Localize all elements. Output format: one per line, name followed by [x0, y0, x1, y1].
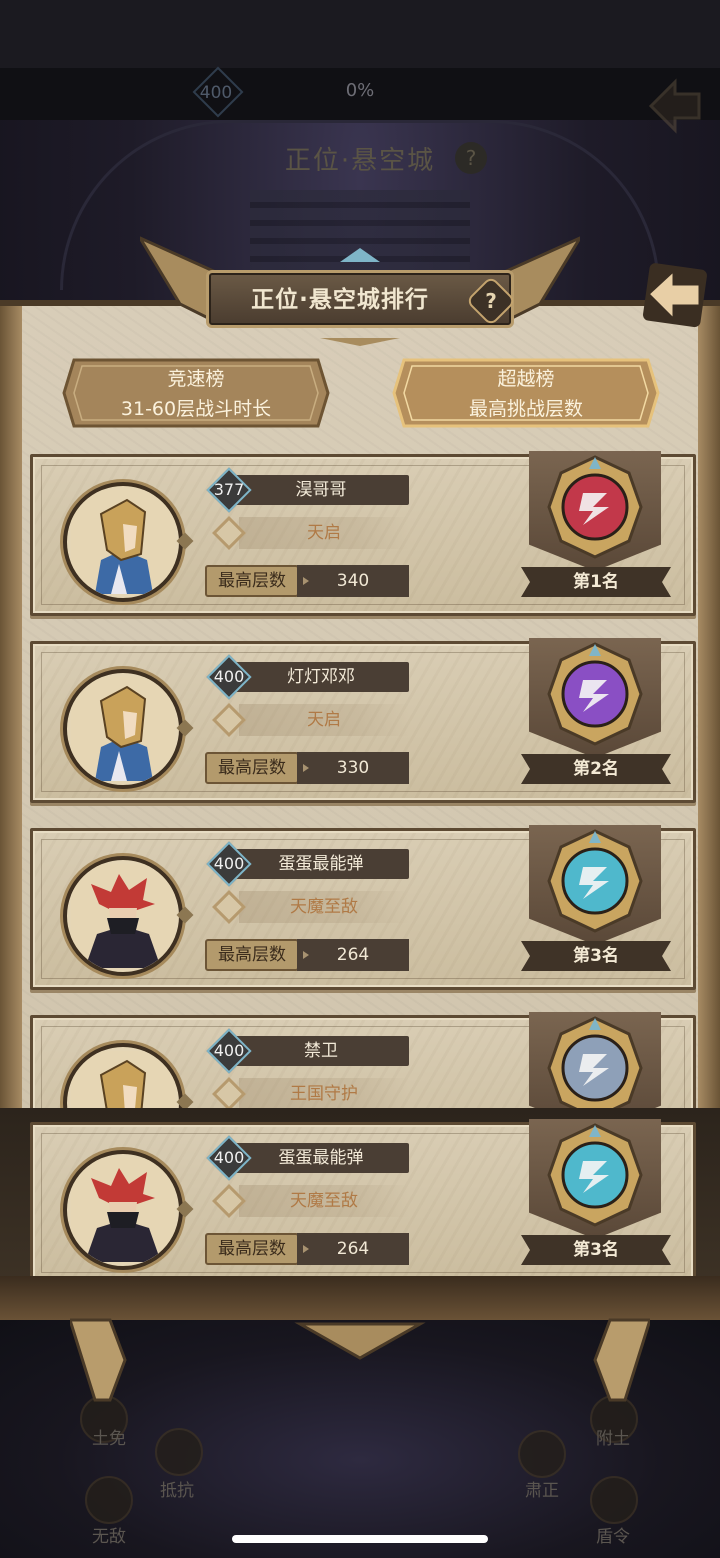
max-floor-value: 264 — [297, 939, 409, 971]
bg-skill-badge — [518, 1430, 566, 1478]
rank-card[interactable]: 蛋蛋最能弹 400 天魔至敌 最高层数 264 第3名 — [30, 1119, 696, 1284]
max-floor-label: 最高层数 — [205, 1233, 299, 1265]
max-floor-label: 最高层数 — [205, 565, 299, 597]
question-mark-icon: ? — [485, 289, 497, 313]
player-avatar[interactable] — [63, 1150, 183, 1270]
bg-skill-label: 抵抗 — [160, 1481, 194, 1501]
max-floor-value: 330 — [297, 752, 409, 784]
guild-emblem-icon — [209, 887, 249, 927]
player-name: 蛋蛋最能弹 — [233, 1143, 409, 1173]
bg-skill-label: 肃正 — [525, 1481, 559, 1501]
guild-emblem-icon — [209, 700, 249, 740]
guild-emblem-icon — [209, 513, 249, 553]
player-level-badge: 400 — [206, 841, 252, 887]
rank-medal-icon — [547, 1016, 643, 1120]
guild-name: 天启 — [239, 704, 409, 736]
player-name: 灯灯邓邓 — [233, 662, 409, 692]
bg-skill-label: 盾令 — [596, 1527, 630, 1547]
player-avatar[interactable] — [63, 482, 183, 602]
rank-medal-icon — [547, 1123, 643, 1227]
rank-label: 第1名 — [521, 567, 671, 597]
max-floor-label: 最高层数 — [205, 752, 299, 784]
player-name: 淏哥哥 — [233, 475, 409, 505]
bg-skill-label: 无敌 — [92, 1527, 126, 1547]
bg-progress-text: 0% — [345, 80, 375, 101]
player-name: 蛋蛋最能弹 — [233, 849, 409, 879]
max-floor-value: 264 — [297, 1233, 409, 1265]
tab-exceed-label: 超越榜 — [497, 368, 555, 390]
player-level: 400 — [213, 1148, 245, 1167]
player-level: 400 — [213, 667, 245, 686]
tab-exceed-ranking[interactable]: 超越榜 最高挑战层数 — [392, 358, 660, 428]
guild-name: 天启 — [239, 517, 409, 549]
player-level-badge: 400 — [206, 654, 252, 700]
player-avatar[interactable] — [63, 856, 183, 976]
player-level: 400 — [213, 1041, 245, 1060]
bottom-ornament — [70, 1318, 650, 1402]
back-button[interactable] — [638, 260, 710, 330]
rank-medal-icon — [547, 642, 643, 746]
tab-speed-ranking[interactable]: 竞速榜 31-60层战斗时长 — [62, 358, 330, 428]
rank-card[interactable]: 灯灯邓邓 400 天启 最高层数 330 第2名 — [30, 638, 696, 803]
player-name: 禁卫 — [233, 1036, 409, 1066]
bg-back-arrow-icon — [648, 78, 701, 134]
rank-label: 第2名 — [521, 754, 671, 784]
rank-card[interactable]: 蛋蛋最能弹 400 天魔至敌 最高层数 264 第3名 — [30, 825, 696, 990]
rank-label: 第3名 — [521, 1235, 671, 1265]
bg-help-icon: ? — [455, 142, 487, 174]
bg-level-badge: 400 — [190, 78, 242, 108]
player-level: 400 — [213, 854, 245, 873]
guild-emblem-icon — [209, 1181, 249, 1221]
home-indicator[interactable] — [232, 1535, 488, 1543]
bg-stage-title: 正位·悬空城 — [284, 146, 436, 176]
bg-skill-badge — [155, 1428, 203, 1476]
status-bar-area — [0, 0, 720, 68]
rank-medal-icon — [547, 455, 643, 559]
modal-title: 正位·悬空城排行 — [251, 287, 429, 313]
player-level-badge: 400 — [206, 1135, 252, 1181]
rank-label: 第3名 — [521, 941, 671, 971]
bg-skill-label: 附土 — [596, 1429, 630, 1449]
rank-card[interactable]: 淏哥哥 377 天启 最高层数 340 第1名 — [30, 451, 696, 616]
guild-name: 天魔至敌 — [239, 891, 409, 923]
guild-name: 王国守护 — [239, 1078, 409, 1110]
player-avatar[interactable] — [63, 669, 183, 789]
back-arrow-icon — [643, 263, 707, 328]
max-floor-label: 最高层数 — [205, 939, 299, 971]
bg-skill-badge — [85, 1476, 133, 1524]
my-rank-entry: 蛋蛋最能弹 400 天魔至敌 最高层数 264 第3名 — [0, 1108, 720, 1298]
player-level: 377 — [213, 480, 245, 499]
tab-speed-sub: 31-60层战斗时长 — [120, 398, 272, 420]
guild-name: 天魔至敌 — [239, 1185, 409, 1217]
bg-skill-badge — [590, 1476, 638, 1524]
bg-skill-label: 土免 — [92, 1429, 126, 1449]
rank-medal-icon — [547, 829, 643, 933]
tab-exceed-sub: 最高挑战层数 — [468, 398, 583, 420]
max-floor-value: 340 — [297, 565, 409, 597]
player-level-badge: 400 — [206, 1028, 252, 1074]
tab-speed-label: 竞速榜 — [167, 368, 225, 390]
player-level-badge: 377 — [206, 467, 252, 513]
